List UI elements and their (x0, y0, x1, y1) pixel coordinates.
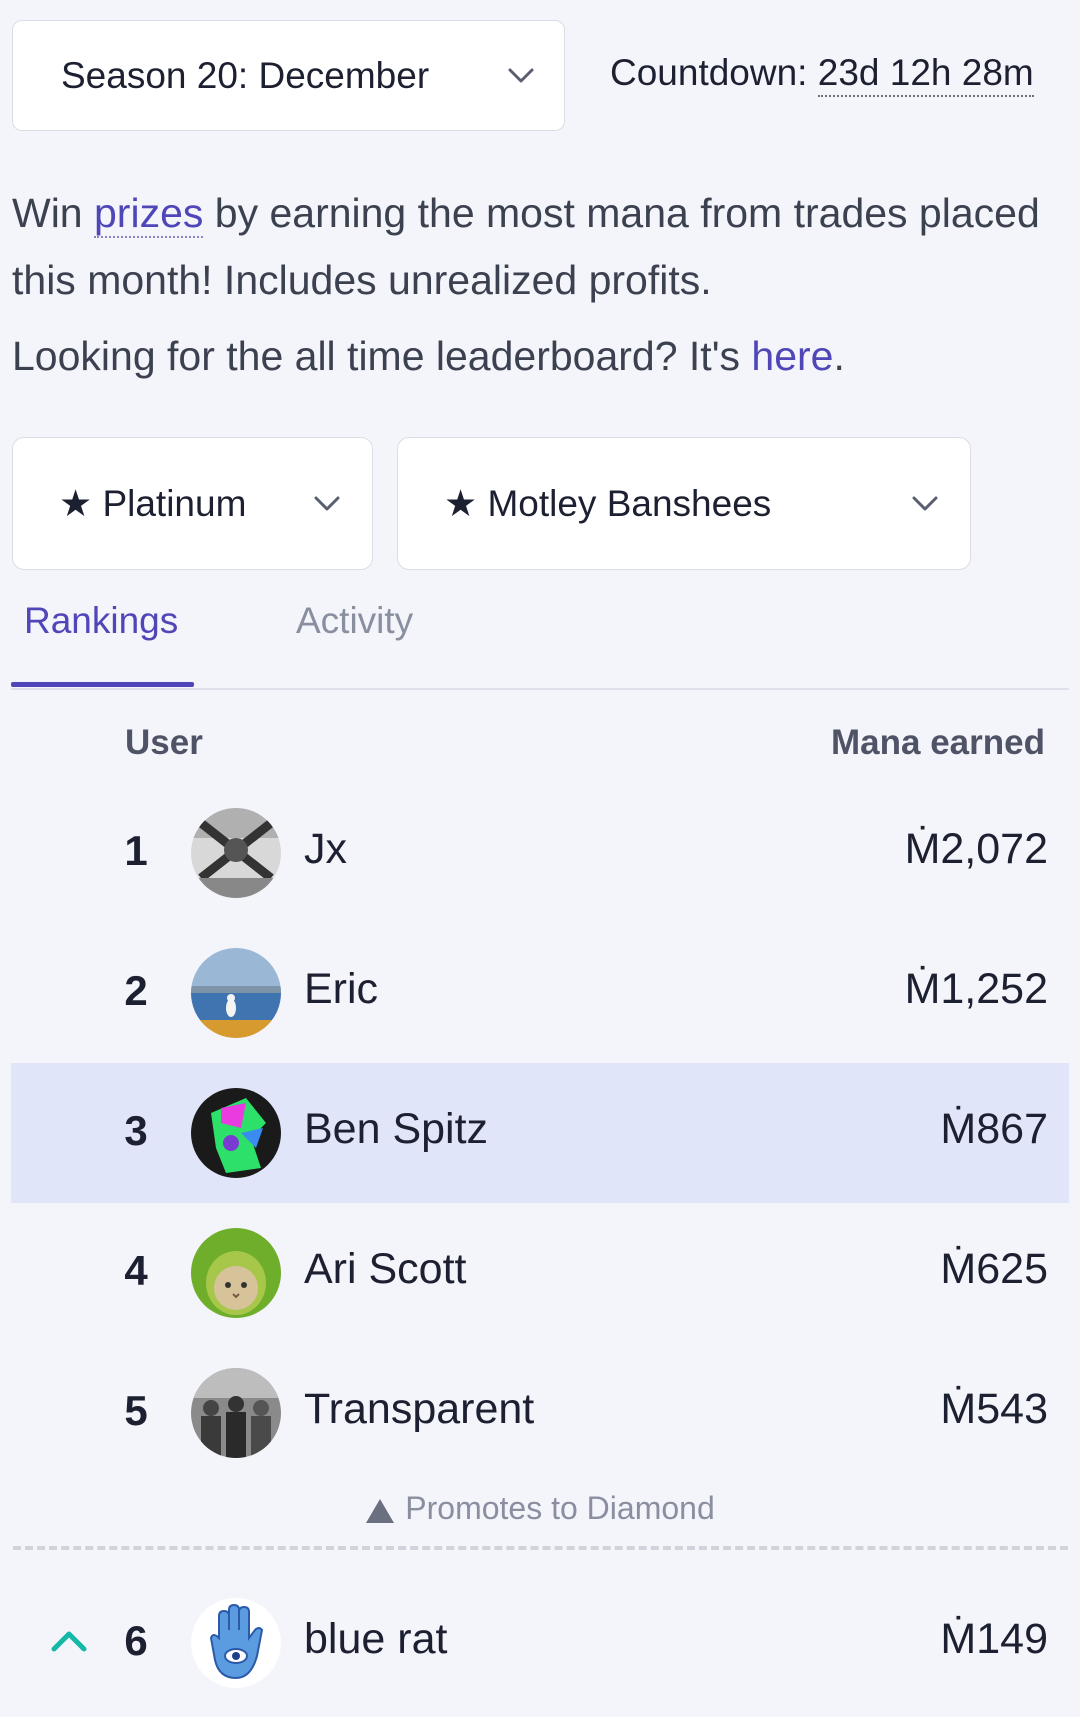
avatar[interactable] (191, 1598, 281, 1688)
username[interactable]: Ben Spitz (304, 1105, 488, 1154)
group-photo-avatar-icon (191, 1368, 281, 1458)
all-time-note: Looking for the all time leaderboard? It… (12, 326, 1062, 386)
season-description: Win prizes by earning the most mana from… (12, 180, 1062, 314)
avatar[interactable] (191, 808, 281, 898)
mana-earned: Ṁ1,252 (904, 965, 1048, 1013)
rank: 3 (124, 1107, 148, 1154)
table-row-current-user[interactable]: 3 Ben Spitz Ṁ867 (11, 1063, 1069, 1203)
rank: 2 (124, 967, 148, 1014)
mana-earned: Ṁ149 (940, 1615, 1048, 1663)
username[interactable]: Eric (304, 965, 378, 1014)
triangle-up-icon (366, 1498, 395, 1523)
mana-earned: Ṁ867 (940, 1105, 1048, 1153)
countdown-value: 23d 12h 28m (817, 52, 1034, 97)
season-label: Season 20: December (61, 54, 430, 96)
tab-rankings[interactable]: Rankings (24, 600, 178, 642)
colorful-avatar-icon (191, 1088, 281, 1178)
promotion-text: Promotes to Diamond (405, 1490, 715, 1526)
tab-bar: Rankings Activity (11, 590, 1069, 690)
rank: 1 (124, 827, 148, 874)
division-dropdown[interactable]: ★ Motley Banshees (397, 437, 971, 570)
table-row[interactable]: 5 Transparent Ṁ543 (11, 1343, 1069, 1483)
table-row[interactable]: 6 blue rat Ṁ149 (11, 1573, 1069, 1713)
username[interactable]: Jx (304, 825, 347, 874)
division-label: ★ Motley Banshees (444, 483, 772, 524)
description-text: Win (12, 190, 94, 236)
rank: 4 (124, 1247, 148, 1294)
username[interactable]: blue rat (304, 1615, 447, 1664)
leaderboard-page: Season 20: December Countdown: 23d 12h 2… (0, 0, 1080, 1717)
table-row[interactable]: 1 Jx Ṁ2,072 (11, 783, 1069, 923)
column-header-mana: Mana earned (831, 723, 1045, 762)
rank: 6 (124, 1617, 148, 1664)
chevron-down-icon (508, 68, 534, 82)
tab-activity[interactable]: Activity (296, 600, 413, 642)
mana-earned: Ṁ625 (940, 1245, 1048, 1293)
mana-earned: Ṁ2,072 (904, 825, 1048, 873)
table-row[interactable]: 4 Ari Scott Ṁ625 (11, 1203, 1069, 1343)
prizes-link[interactable]: prizes (94, 190, 204, 238)
countdown-label: Countdown: (610, 52, 808, 93)
chevron-up-icon (51, 1631, 87, 1652)
chevron-down-icon (912, 496, 938, 510)
table-row[interactable]: 2 Eric Ṁ1,252 (11, 923, 1069, 1063)
column-header-user: User (125, 723, 203, 762)
countdown: Countdown: 23d 12h 28m (610, 52, 1034, 97)
username[interactable]: Transparent (304, 1385, 534, 1434)
season-dropdown[interactable]: Season 20: December (12, 20, 565, 131)
avatar[interactable] (191, 1088, 281, 1178)
rank: 5 (124, 1387, 148, 1434)
avatar[interactable] (191, 948, 281, 1038)
all-time-leaderboard-link[interactable]: here (751, 333, 833, 379)
chevron-down-icon (314, 496, 340, 510)
username[interactable]: Ari Scott (304, 1245, 467, 1294)
active-tab-indicator (11, 682, 194, 687)
promotion-note: Promotes to Diamond (0, 1490, 1080, 1527)
all-time-period: . (833, 333, 845, 379)
mana-earned: Ṁ543 (940, 1385, 1048, 1433)
cat-avatar-icon (191, 1228, 281, 1318)
league-label: ★ Platinum (59, 483, 247, 524)
avatar[interactable] (191, 1228, 281, 1318)
hamsa-avatar-icon (191, 1598, 281, 1688)
jx-avatar-icon (191, 808, 281, 898)
avatar[interactable] (191, 1368, 281, 1458)
all-time-text: Looking for the all time leaderboard? It… (12, 333, 752, 379)
league-dropdown[interactable]: ★ Platinum (12, 437, 373, 570)
promotion-divider (13, 1546, 1068, 1550)
seagull-avatar-icon (191, 948, 281, 1038)
